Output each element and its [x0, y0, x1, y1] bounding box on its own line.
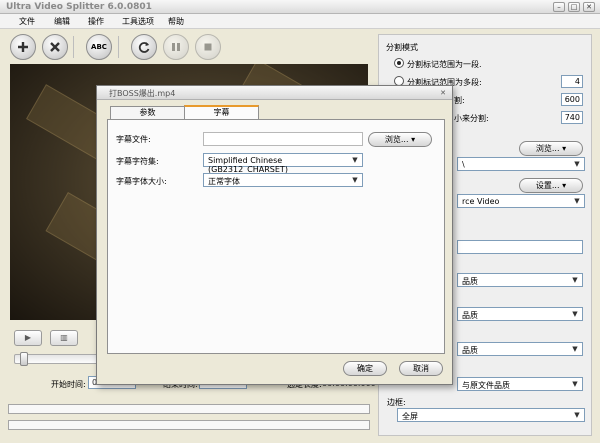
- font-size-label: 字幕字体大小:: [116, 177, 167, 186]
- add-file-button[interactable]: [10, 34, 36, 60]
- minimize-button[interactable]: –: [553, 2, 565, 12]
- output-browse-label: 浏览...: [535, 144, 560, 153]
- format-settings-label: 设置...: [535, 181, 560, 190]
- subtitle-browse-button[interactable]: 浏览... ▾: [368, 132, 432, 147]
- ok-button[interactable]: 确定: [343, 361, 387, 376]
- subtitle-browse-label: 浏览...: [384, 135, 409, 144]
- border-combo[interactable]: 全屏 ▼: [397, 408, 585, 422]
- audio-quality-value: 品质: [462, 311, 478, 320]
- chevron-down-icon: ▼: [574, 197, 580, 205]
- stop-icon: [204, 43, 212, 51]
- chevron-down-icon: ▼: [572, 380, 578, 388]
- split-size-field[interactable]: 600: [561, 93, 583, 106]
- dialog-title: 打BOSS爆出.mp4: [109, 89, 176, 98]
- chevron-down-icon: ▼: [352, 156, 358, 164]
- output-format-combo[interactable]: rce Video ▼: [457, 194, 585, 208]
- split-one-radio[interactable]: [394, 58, 404, 68]
- chevron-down-icon: ▼: [572, 276, 578, 284]
- split-multi-count[interactable]: 4: [561, 75, 583, 88]
- subtitle-tab-panel: 字幕文件: 浏览... ▾ 字幕字符集: Simplified Chinese …: [107, 119, 445, 354]
- mark-button[interactable]: ▥: [50, 330, 78, 346]
- menu-tools[interactable]: 工具选项: [122, 16, 154, 27]
- tab-subtitles[interactable]: 字幕: [184, 105, 259, 120]
- remove-file-button[interactable]: [42, 34, 68, 60]
- close-button[interactable]: ✕: [583, 2, 595, 12]
- resolution-quality-combo[interactable]: 与原文件品质 ▼: [457, 377, 583, 391]
- menu-bar: 文件 编辑 操作 工具选项 帮助: [0, 14, 600, 29]
- pause-button[interactable]: [163, 34, 189, 60]
- toolbar-separator: [73, 36, 74, 58]
- split-size2-field[interactable]: 740: [561, 111, 583, 124]
- play-button[interactable]: ▶: [14, 330, 42, 346]
- dialog-close-icon[interactable]: ✕: [438, 88, 448, 98]
- abc-icon: ABC: [91, 43, 107, 51]
- format-settings-button[interactable]: 设置... ▾: [519, 178, 583, 193]
- video-quality-value: 品质: [462, 277, 478, 286]
- video-quality-combo[interactable]: 品质 ▼: [457, 273, 583, 287]
- border-label: 边框:: [387, 398, 406, 407]
- menu-action[interactable]: 操作: [88, 16, 104, 27]
- abc-button[interactable]: ABC: [86, 34, 112, 60]
- pause-icon: [172, 43, 180, 51]
- start-time-label: 开始时间:: [51, 380, 86, 389]
- refresh-button[interactable]: [131, 34, 157, 60]
- frame-quality-value: 品质: [462, 346, 478, 355]
- split-size2-label: 小来分割:: [454, 114, 489, 123]
- timeline-thumb[interactable]: [20, 352, 28, 366]
- cancel-button[interactable]: 取消: [399, 361, 443, 376]
- toolbar-separator: [118, 36, 119, 58]
- chevron-down-icon: ▼: [352, 176, 358, 184]
- output-format-value: rce Video: [462, 197, 500, 206]
- split-mode-label: 分割模式: [386, 43, 418, 52]
- refresh-icon: [138, 42, 150, 53]
- output-folder-value: \: [462, 160, 465, 169]
- dialog-title-bar: 打BOSS爆出.mp4 ✕: [97, 86, 452, 100]
- output-folder-combo[interactable]: \ ▼: [457, 157, 585, 171]
- output-name-field[interactable]: [457, 240, 583, 254]
- charset-value: Simplified Chinese (GB2312_CHARSET): [208, 156, 288, 174]
- stop-button[interactable]: [195, 34, 221, 60]
- split-one-label: 分割标记范围为一段.: [407, 60, 482, 69]
- output-browse-button[interactable]: 浏览... ▾: [519, 141, 583, 156]
- charset-label: 字幕字符集:: [116, 157, 159, 166]
- chevron-down-icon: ▼: [572, 310, 578, 318]
- status-bar: [8, 420, 370, 430]
- window-title: Ultra Video Splitter 6.0.0801: [6, 2, 152, 12]
- charset-combo[interactable]: Simplified Chinese (GB2312_CHARSET) ▼: [203, 153, 363, 174]
- split-size-label: 割:: [454, 96, 465, 105]
- menu-edit[interactable]: 编辑: [54, 16, 70, 27]
- font-size-value: 正常字体: [208, 177, 240, 186]
- title-bar: Ultra Video Splitter 6.0.0801 – □ ✕: [0, 0, 600, 14]
- subtitle-file-label: 字幕文件:: [116, 135, 151, 144]
- font-size-combo[interactable]: 正常字体 ▼: [203, 173, 363, 187]
- border-value: 全屏: [402, 412, 418, 421]
- subtitle-dialog: 打BOSS爆出.mp4 ✕ 参数 字幕 字幕文件: 浏览... ▾ 字幕字符集:…: [96, 85, 453, 385]
- resolution-quality-value: 与原文件品质: [462, 381, 510, 390]
- menu-help[interactable]: 帮助: [168, 16, 184, 27]
- chevron-down-icon: ▼: [574, 160, 580, 168]
- audio-quality-combo[interactable]: 品质 ▼: [457, 307, 583, 321]
- menu-file[interactable]: 文件: [19, 16, 35, 27]
- chevron-down-icon: ▼: [574, 411, 580, 419]
- frame-quality-combo[interactable]: 品质 ▼: [457, 342, 583, 356]
- tab-parameters[interactable]: 参数: [110, 106, 185, 119]
- x-icon: [50, 42, 60, 52]
- progress-bar: [8, 404, 370, 414]
- maximize-button[interactable]: □: [568, 2, 580, 12]
- chevron-down-icon: ▼: [572, 345, 578, 353]
- subtitle-file-field[interactable]: [203, 132, 363, 146]
- plus-icon: [18, 42, 28, 52]
